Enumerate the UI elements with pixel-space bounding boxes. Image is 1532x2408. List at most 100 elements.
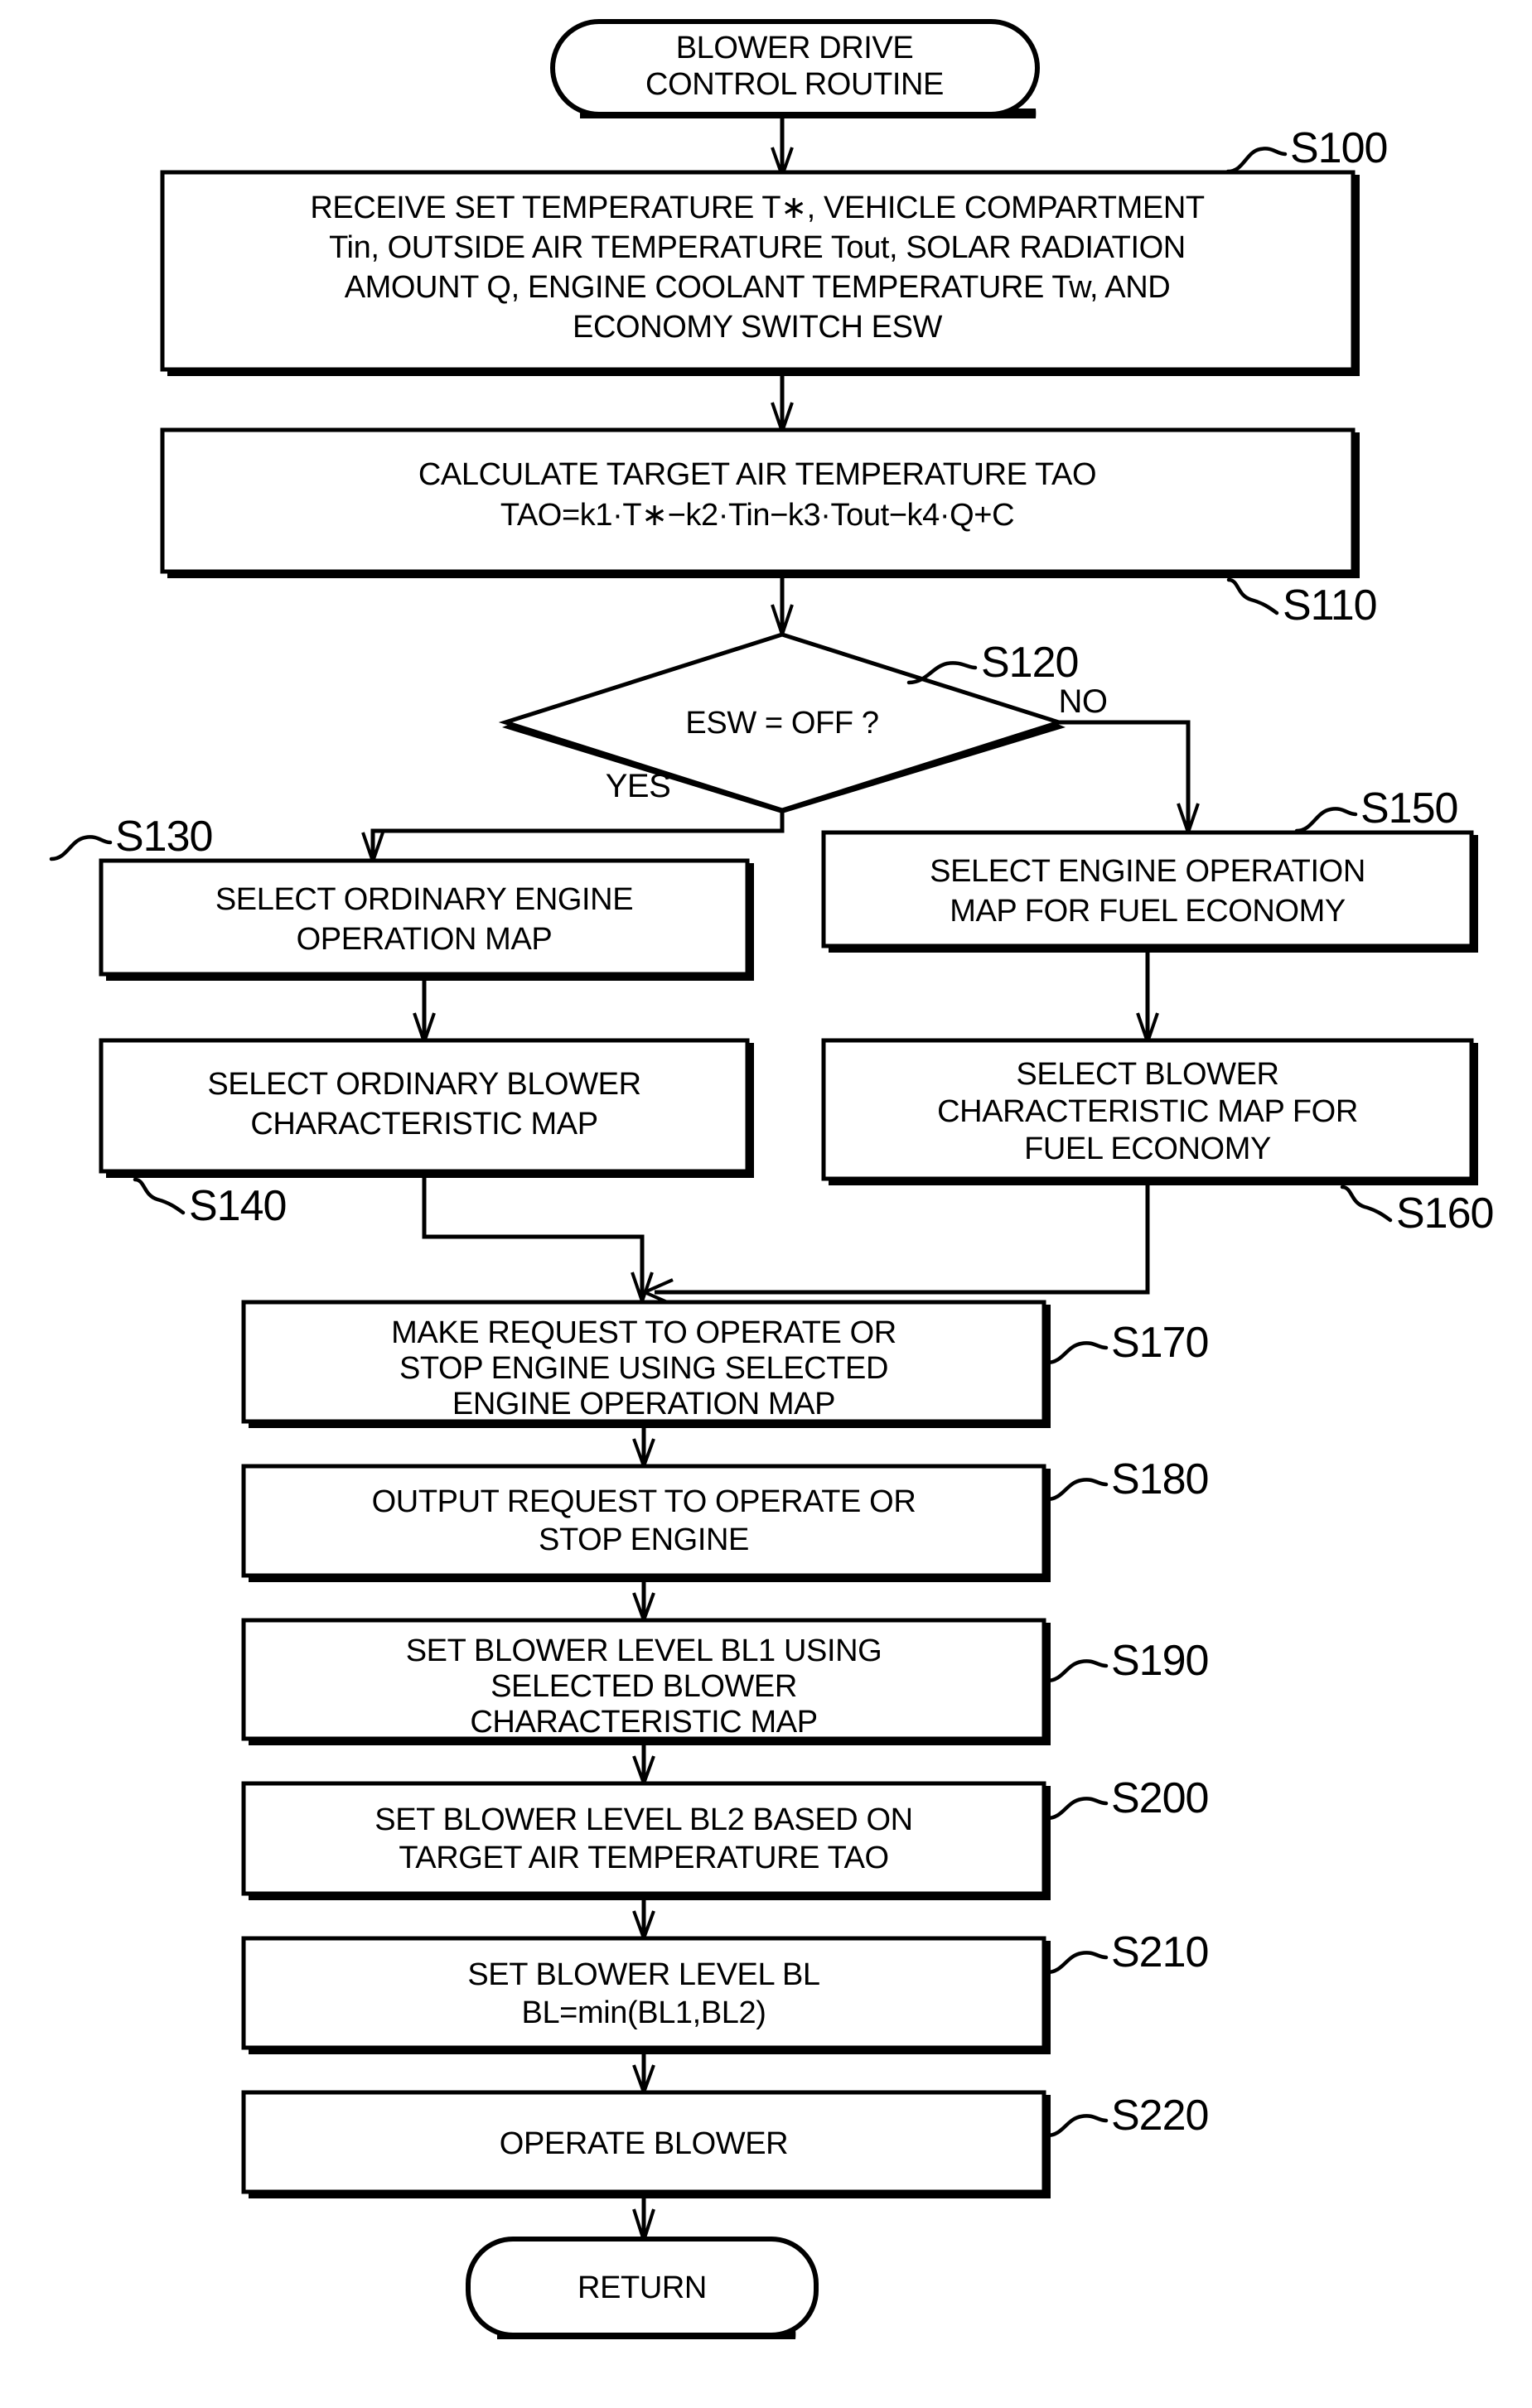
branch-label-no: NO — [1059, 683, 1108, 720]
end-terminal-label: RETURN — [578, 2270, 707, 2305]
s150-shape — [821, 830, 1474, 948]
s210-text-line2: BL=min(BL1,BL2) — [522, 1995, 766, 2030]
leader-squiggle-icon — [1045, 1951, 1109, 1975]
s190-text-line1: SET BLOWER LEVEL BL1 USING — [406, 1633, 882, 1668]
step-leader-s220: S220 — [1045, 2092, 1209, 2140]
connector-s150-to-s160 — [1136, 953, 1159, 1048]
s130-text-line2: OPERATION MAP — [297, 922, 553, 957]
step-label-s130: S130 — [115, 813, 212, 861]
s100-text-line2: Tin, OUTSIDE AIR TEMPERATURE Tout, SOLAR… — [329, 230, 1186, 265]
connector-s190-to-s200 — [632, 1745, 655, 1788]
connector-merge-to-s170 — [422, 1178, 1150, 1307]
process-box-s220: OPERATE BLOWER — [241, 2090, 1051, 2198]
process-box-s170: MAKE REQUEST TO OPERATE OR STOP ENGINE U… — [241, 1300, 1051, 1428]
process-box-s110: CALCULATE TARGET AIR TEMPERATURE TAO TAO… — [160, 427, 1360, 578]
connector-no-branch: NO — [1059, 683, 1200, 838]
s150-text-line2: MAP FOR FUEL ECONOMY — [950, 894, 1346, 929]
s160-text-line3: FUEL ECONOMY — [1024, 1132, 1271, 1166]
step-leader-s100: S100 — [1225, 124, 1388, 174]
step-leader-s200: S200 — [1045, 1774, 1209, 1822]
s180-shape — [241, 1464, 1046, 1578]
step-label-s160: S160 — [1396, 1190, 1493, 1238]
leader-squiggle-icon — [49, 835, 113, 861]
end-terminal: RETURN — [466, 2237, 819, 2339]
step-label-s180: S180 — [1111, 1455, 1208, 1503]
s140-text-line1: SELECT ORDINARY BLOWER — [207, 1067, 640, 1102]
process-box-s190: SET BLOWER LEVEL BL1 USING SELECTED BLOW… — [241, 1618, 1051, 1745]
s140-text-line2: CHARACTERISTIC MAP — [250, 1107, 597, 1141]
leader-squiggle-icon — [1045, 1659, 1109, 1683]
connector-s170-to-s180 — [632, 1428, 655, 1471]
step-label-s120: S120 — [981, 639, 1078, 687]
leader-squiggle-icon — [133, 1177, 186, 1215]
s220-text-line1: OPERATE BLOWER — [500, 2126, 788, 2161]
s120-text: ESW = OFF ? — [685, 706, 878, 741]
connector-line — [1059, 720, 1191, 828]
s190-text-line2: SELECTED BLOWER — [491, 1669, 797, 1704]
s210-shape — [241, 1936, 1046, 2050]
step-leader-s170: S170 — [1045, 1319, 1209, 1367]
s100-text-line1: RECEIVE SET TEMPERATURE T∗, VEHICLE COMP… — [310, 191, 1205, 225]
s160-text-line2: CHARACTERISTIC MAP FOR — [937, 1094, 1358, 1129]
process-box-s150: SELECT ENGINE OPERATION MAP FOR FUEL ECO… — [821, 830, 1478, 953]
step-label-s220: S220 — [1111, 2092, 1208, 2140]
step-leader-s150: S150 — [1294, 784, 1458, 833]
step-label-s140: S140 — [189, 1182, 286, 1230]
leader-squiggle-icon — [1294, 807, 1358, 833]
s200-text-line1: SET BLOWER LEVEL BL2 BASED ON — [375, 1802, 912, 1837]
step-leader-s180: S180 — [1045, 1455, 1209, 1503]
step-leader-s210: S210 — [1045, 1928, 1209, 1976]
step-leader-s120: S120 — [906, 639, 1079, 687]
step-label-s110: S110 — [1283, 581, 1377, 630]
s180-text-line1: OUTPUT REQUEST TO OPERATE OR — [372, 1484, 916, 1519]
s110-text-line1: CALCULATE TARGET AIR TEMPERATURE TAO — [418, 457, 1096, 492]
start-terminal-label-line2: CONTROL ROUTINE — [645, 67, 944, 102]
s130-text-line1: SELECT ORDINARY ENGINE — [215, 882, 633, 917]
process-box-s140: SELECT ORDINARY BLOWER CHARACTERISTIC MA… — [99, 1038, 754, 1178]
process-box-s160: SELECT BLOWER CHARACTERISTIC MAP FOR FUE… — [821, 1038, 1478, 1185]
s160-text-line1: SELECT BLOWER — [1016, 1057, 1278, 1092]
s100-text-line4: ECONOMY SWITCH ESW — [573, 310, 943, 345]
leader-squiggle-icon — [1225, 147, 1288, 174]
step-leader-s130: S130 — [49, 813, 213, 861]
start-terminal: BLOWER DRIVE CONTROL ROUTINE — [550, 19, 1040, 118]
connector-s110-to-decision — [771, 578, 794, 640]
s210-text-line1: SET BLOWER LEVEL BL — [467, 1957, 819, 1992]
step-label-s200: S200 — [1111, 1774, 1208, 1822]
s100-text-line3: AMOUNT Q, ENGINE COOLANT TEMPERATURE Tw,… — [345, 270, 1171, 305]
connector-s100-to-s110 — [771, 376, 794, 437]
process-box-s100: RECEIVE SET TEMPERATURE T∗, VEHICLE COMP… — [160, 170, 1360, 376]
process-box-s210: SET BLOWER LEVEL BL BL=min(BL1,BL2) — [241, 1936, 1051, 2054]
s110-text-line2: TAO=k1·T∗−k2·Tin−k3·Tout−k4·Q+C — [500, 498, 1014, 533]
step-leader-s140: S140 — [133, 1177, 287, 1230]
connector-s210-to-s220 — [632, 2054, 655, 2097]
branch-label-yes: YES — [606, 768, 671, 804]
connector-start-to-s100 — [771, 115, 794, 181]
leader-squiggle-icon — [1045, 1797, 1109, 1821]
connector-s130-to-s140 — [413, 981, 436, 1048]
connector-line — [370, 810, 785, 857]
connector-s200-to-s210 — [632, 1900, 655, 1943]
start-terminal-label-line1: BLOWER DRIVE — [676, 31, 914, 65]
connector-s180-to-s190 — [632, 1582, 655, 1625]
step-label-s190: S190 — [1111, 1637, 1208, 1685]
s140-shape — [99, 1038, 750, 1174]
step-leader-s110: S110 — [1226, 577, 1378, 630]
s150-text-line1: SELECT ENGINE OPERATION — [930, 854, 1365, 889]
leader-squiggle-icon — [1045, 1478, 1109, 1502]
s200-shape — [241, 1781, 1046, 1896]
connector-line-from-s160 — [655, 1185, 1150, 1295]
process-box-s130: SELECT ORDINARY ENGINE OPERATION MAP — [99, 858, 754, 981]
s200-text-line2: TARGET AIR TEMPERATURE TAO — [399, 1841, 888, 1875]
step-label-s100: S100 — [1290, 124, 1387, 172]
leader-squiggle-icon — [1340, 1185, 1393, 1223]
connector-s220-to-return — [632, 2198, 655, 2246]
process-box-s180: OUTPUT REQUEST TO OPERATE OR STOP ENGINE — [241, 1464, 1051, 1582]
flowchart-canvas: BLOWER DRIVE CONTROL ROUTINE RECEIVE SET… — [49, 19, 1494, 2339]
step-label-s150: S150 — [1360, 784, 1457, 832]
step-label-s210: S210 — [1111, 1928, 1208, 1976]
s180-text-line2: STOP ENGINE — [539, 1522, 749, 1557]
leader-squiggle-icon — [906, 661, 978, 685]
process-box-s200: SET BLOWER LEVEL BL2 BASED ON TARGET AIR… — [241, 1781, 1051, 1900]
s170-text-line3: ENGINE OPERATION MAP — [452, 1387, 835, 1421]
